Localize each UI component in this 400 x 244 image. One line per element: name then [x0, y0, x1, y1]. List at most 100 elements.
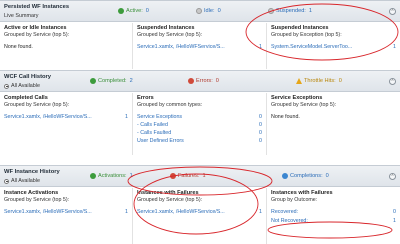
list-item[interactable]: Service1.xamlx, /HelloWFService/S... 1	[4, 114, 128, 120]
status-label: Activations:	[98, 173, 127, 179]
collapse-chevron-icon[interactable]: ⌃	[389, 173, 396, 180]
wf-instance-history-header[interactable]: WF Instance History All Available Activa…	[0, 165, 400, 187]
section-subtitle-label: All Available	[11, 178, 40, 184]
completed-status[interactable]: Completed: 2	[90, 78, 133, 84]
column-title: Completed Calls	[4, 95, 48, 101]
section-subtitle-label: All Available	[11, 83, 40, 89]
active-status[interactable]: Active: 0	[118, 8, 149, 14]
section-subtitle-label: Live Summary	[4, 13, 39, 19]
column-title: Errors	[137, 95, 154, 101]
outcome-link[interactable]: Not Recovered:	[271, 218, 308, 224]
failures-by-service-column: Instances with Failures Grouped by Servi…	[133, 188, 267, 244]
completion-icon	[282, 173, 288, 179]
activations-status[interactable]: Activations: 1	[90, 173, 133, 179]
column-subtitle: Grouped by Service (top 5):	[137, 197, 203, 203]
item-count[interactable]: 1	[125, 114, 128, 120]
errors-status[interactable]: Errors: 0	[188, 78, 219, 84]
list-item[interactable]: Service1.xamlx, /HelloWFService/S... 1	[137, 44, 262, 50]
suspended-by-service-column: Suspended Instances Grouped by Service (…	[133, 23, 267, 69]
wf-instance-history-section: WF Instance History All Available Activa…	[0, 165, 400, 244]
status-count: 1	[202, 173, 206, 179]
exception-link[interactable]: System.ServiceModel.ServerToo...	[271, 44, 352, 50]
section-title: WF Instance History	[4, 169, 60, 175]
list-item: None found.	[4, 44, 128, 50]
service-link[interactable]: Service1.xamlx, /HelloWFService/S...	[4, 209, 92, 215]
list-item[interactable]: Service1.xamlx, /HelloWFService/S... 1	[4, 209, 128, 215]
list-item[interactable]: User Defined Errors 0	[137, 138, 262, 144]
instance-activations-column: Instance Activations Grouped by Service …	[0, 188, 133, 244]
service-link[interactable]: Service1.xamlx, /HelloWFService/S...	[137, 209, 225, 215]
column-title: Service Exceptions	[271, 95, 323, 101]
section-subtitle[interactable]: All Available	[4, 178, 40, 184]
list-item[interactable]: Recovered: 0	[271, 209, 396, 215]
section-subtitle[interactable]: All Available	[4, 83, 40, 89]
service-exceptions-column: Service Exceptions Grouped by Service (t…	[267, 93, 400, 155]
column-subtitle: Group by Outcome:	[271, 197, 318, 203]
error-type-link[interactable]: Service Exceptions	[137, 114, 182, 120]
service-link[interactable]: Service1.xamlx, /HelloWFService/S...	[137, 44, 225, 50]
status-label: Completed:	[98, 78, 127, 84]
list-item[interactable]: Not Recovered: 1	[271, 218, 396, 224]
column-subtitle: Grouped by Service (top 5):	[271, 102, 337, 108]
column-title: Instance Activations	[4, 190, 59, 196]
error-icon	[188, 78, 194, 84]
collapse-chevron-icon[interactable]: ⌃	[389, 8, 396, 15]
item-count[interactable]: 1	[393, 218, 396, 224]
column-subtitle: Grouped by Service (top 5):	[4, 102, 70, 108]
failures-by-outcome-column: Instances with Failures Group by Outcome…	[267, 188, 400, 244]
completed-icon	[90, 78, 96, 84]
status-label: Errors:	[196, 78, 213, 84]
suspended-by-exception-column: Suspended Instances Grouped by Exception…	[267, 23, 400, 69]
item-count[interactable]: 0	[259, 114, 262, 120]
list-item[interactable]: Service1.xamlx, /HelloWFService/S... 1	[137, 209, 262, 215]
status-label: Throttle Hits:	[304, 78, 336, 84]
list-item[interactable]: - Calls Failed 0	[137, 122, 262, 128]
list-item[interactable]: - Calls Faulted 0	[137, 130, 262, 136]
failures-status[interactable]: Failures: 1	[170, 173, 206, 179]
column-title: Instances with Failures	[137, 190, 199, 196]
item-count[interactable]: 0	[393, 209, 396, 215]
column-title: Active or Idle Instances	[4, 25, 67, 31]
item-count[interactable]: 1	[259, 209, 262, 215]
column-subtitle: Grouped by Service (top 5):	[4, 197, 70, 203]
outcome-link[interactable]: Recovered:	[271, 209, 298, 215]
persisted-instances-section: Persisted WF Instances Live Summary Acti…	[0, 0, 400, 70]
all-available-radio-icon[interactable]	[4, 178, 9, 184]
throttle-hits-status[interactable]: Throttle Hits: 0	[296, 78, 342, 84]
section-title: Persisted WF Instances	[4, 4, 70, 10]
list-item[interactable]: System.ServiceModel.ServerToo... 1	[271, 44, 396, 50]
completions-status[interactable]: Completions: 0	[282, 173, 329, 179]
collapse-chevron-icon[interactable]: ⌃	[389, 78, 396, 85]
warning-icon	[296, 78, 302, 84]
wcf-call-history-section: WCF Call History All Available Completed…	[0, 70, 400, 156]
idle-status[interactable]: Idle: 0	[196, 8, 221, 14]
all-available-radio-icon[interactable]	[4, 83, 9, 89]
item-count[interactable]: 1	[125, 209, 128, 215]
status-count: 1	[308, 8, 312, 14]
suspended-status[interactable]: Suspended: 1	[268, 8, 312, 14]
persisted-columns: Active or Idle Instances Grouped by Serv…	[0, 23, 400, 69]
section-subtitle: Live Summary	[4, 13, 38, 19]
item-count[interactable]: 0	[259, 122, 262, 128]
error-type-link[interactable]: User Defined Errors	[137, 138, 184, 144]
status-count: 0	[145, 8, 149, 14]
activation-icon	[90, 173, 96, 179]
error-type-link[interactable]: - Calls Failed	[137, 122, 168, 128]
status-label: Active:	[126, 8, 143, 14]
item-count[interactable]: 0	[259, 138, 262, 144]
item-count[interactable]: 0	[259, 130, 262, 136]
column-subtitle: Grouped by Service (top 5):	[4, 32, 70, 38]
wcf-call-history-header[interactable]: WCF Call History All Available Completed…	[0, 70, 400, 92]
service-link[interactable]: Service1.xamlx, /HelloWFService/S...	[4, 114, 92, 120]
item-count[interactable]: 1	[259, 44, 262, 50]
column-subtitle: Grouped by Exception (top 5):	[271, 32, 342, 38]
error-type-link[interactable]: - Calls Faulted	[137, 130, 171, 136]
status-count: 2	[129, 78, 133, 84]
persisted-instances-header[interactable]: Persisted WF Instances Live Summary Acti…	[0, 0, 400, 22]
list-item[interactable]: Service Exceptions 0	[137, 114, 262, 120]
suspended-icon	[268, 8, 274, 14]
item-count[interactable]: 1	[393, 44, 396, 50]
status-count: 0	[325, 173, 329, 179]
column-title: Instances with Failures	[271, 190, 333, 196]
status-count: 0	[338, 78, 342, 84]
